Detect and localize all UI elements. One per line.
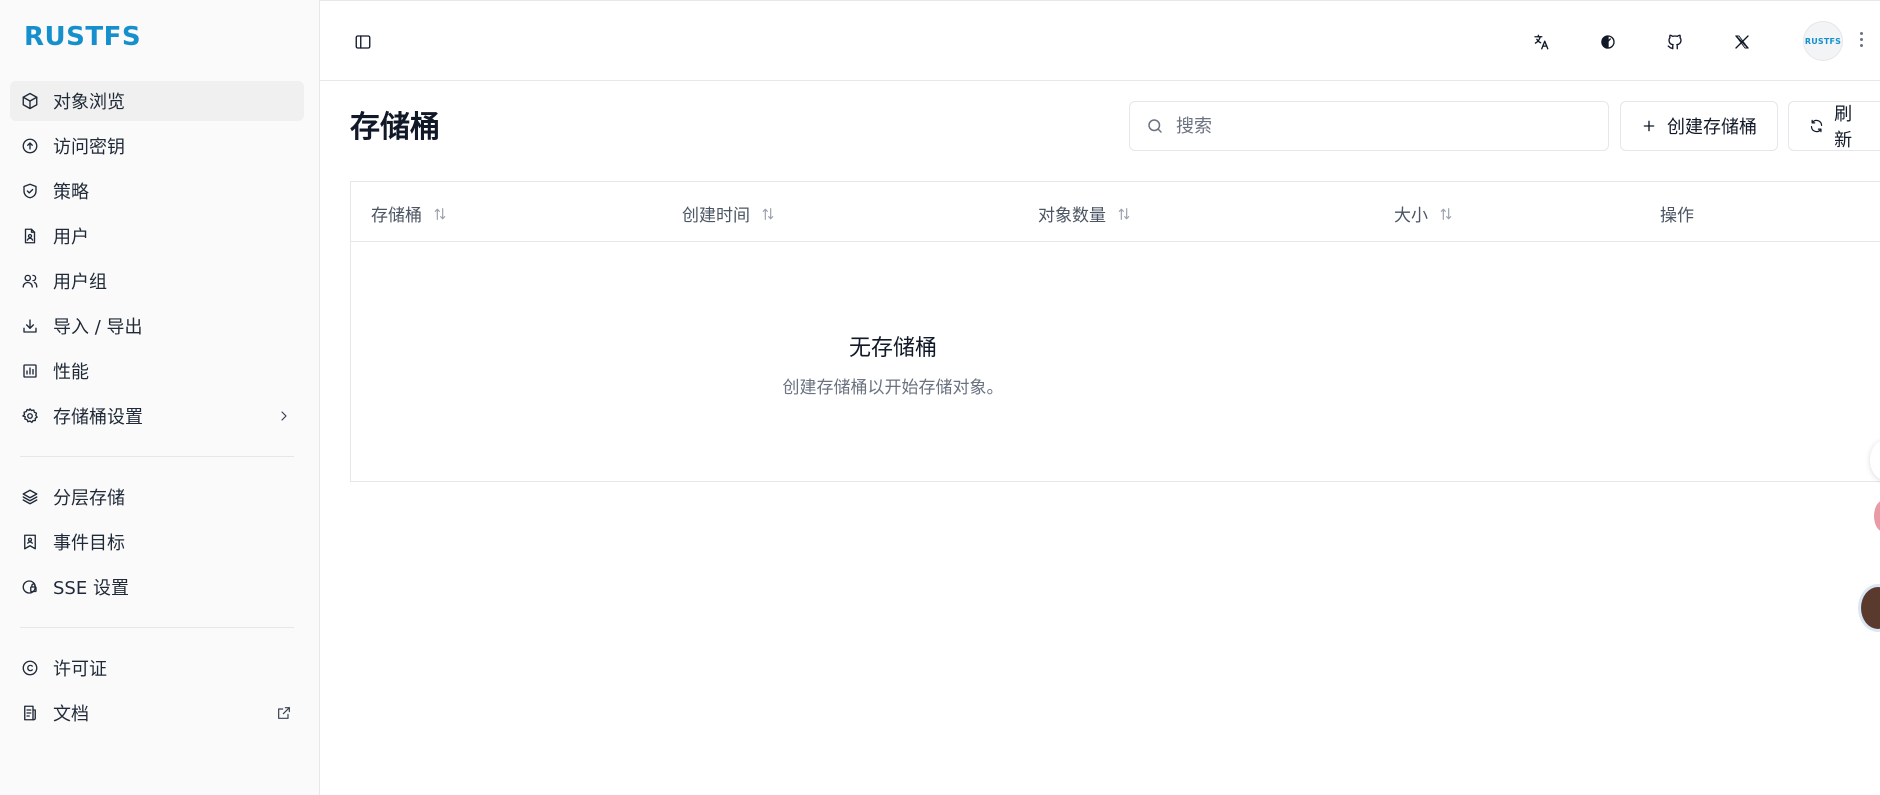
copyright-icon (20, 658, 40, 678)
sidebar-item-label: 用户 (53, 227, 89, 248)
sidebar-item-users[interactable]: 用户 (10, 216, 304, 256)
sort-icon (762, 207, 774, 220)
sidebar-divider (20, 456, 294, 457)
sidebar-item-import-export[interactable]: 导入 / 导出 (10, 306, 304, 346)
translate-icon (1534, 34, 1549, 50)
sidebar-item-policies[interactable]: 策略 (10, 171, 304, 211)
x-social-button[interactable] (1725, 25, 1759, 59)
sidebar-item-label: 文档 (53, 704, 89, 725)
column-header-bucket[interactable]: 存储桶 (371, 201, 448, 226)
refresh-label: 刷新 (1834, 104, 1853, 151)
create-bucket-button[interactable]: 创建存储桶 (1620, 101, 1778, 151)
column-header-actions: 操作 (1660, 201, 1694, 226)
github-icon (1667, 34, 1682, 50)
sort-icon (1440, 207, 1452, 220)
sidebar-item-event-targets[interactable]: 事件目标 (10, 522, 304, 562)
key-circle-icon (20, 136, 40, 156)
sidebar-item-bucket-settings[interactable]: 存储桶设置 (10, 396, 304, 436)
sidebar-item-docs[interactable]: 文档 (10, 693, 304, 733)
sidebar-nav-secondary: 分层存储 事件目标 SSE 设置 (10, 477, 304, 612)
users-icon (20, 271, 40, 291)
sidebar-item-tiering[interactable]: 分层存储 (10, 477, 304, 517)
refresh-button[interactable]: 刷新 (1788, 101, 1880, 151)
sidebar-item-label: 存储桶设置 (53, 407, 143, 428)
column-header-label: 存储桶 (371, 206, 422, 226)
document-list-icon (20, 703, 40, 723)
column-header-label: 创建时间 (682, 206, 750, 226)
search-icon (1148, 119, 1162, 133)
more-menu-icon[interactable] (1855, 30, 1867, 52)
sidebar-toggle-button[interactable] (346, 25, 380, 59)
empty-state-subtitle: 创建存储桶以开始存储对象。 (782, 378, 1004, 398)
table-header: 存储桶 创建时间 对象数量 大小 操作 (351, 182, 1880, 242)
sidebar-item-label: 事件目标 (53, 533, 125, 554)
github-button[interactable] (1658, 25, 1692, 59)
sidebar: RUSTFS 对象浏览 访问密钥 策略 用户 用户组 导入 / 导出 性能 存储… (0, 0, 320, 795)
sidebar-toggle-icon (355, 35, 371, 49)
language-button[interactable] (1524, 25, 1558, 59)
column-header-size[interactable]: 大小 (1394, 201, 1454, 226)
bar-chart-icon (20, 361, 40, 381)
chevron-right-icon (274, 406, 294, 426)
box-icon (20, 91, 40, 111)
sidebar-item-access-keys[interactable]: 访问密钥 (10, 126, 304, 166)
sidebar-nav-primary: 对象浏览 访问密钥 策略 用户 用户组 导入 / 导出 性能 存储桶设置 (10, 81, 304, 441)
download-tray-icon (20, 316, 40, 336)
theme-toggle-button[interactable] (1591, 25, 1625, 59)
gear-icon (20, 406, 40, 426)
page-title: 存储桶 (350, 110, 440, 145)
sidebar-item-performance[interactable]: 性能 (10, 351, 304, 391)
column-header-object-count[interactable]: 对象数量 (1038, 201, 1132, 226)
avatar[interactable]: RUSTFS (1803, 21, 1843, 61)
sidebar-item-user-groups[interactable]: 用户组 (10, 261, 304, 301)
sidebar-item-label: 性能 (53, 362, 89, 383)
user-file-icon (20, 226, 40, 246)
search-field[interactable] (1129, 101, 1609, 151)
column-header-label: 大小 (1394, 206, 1428, 226)
sidebar-item-label: 导入 / 导出 (53, 317, 143, 338)
floating-widget[interactable] (1874, 500, 1880, 532)
topbar (320, 0, 1880, 81)
theme-icon (1601, 35, 1615, 49)
external-link-icon (274, 703, 294, 723)
x-logo-icon (1735, 35, 1749, 49)
sidebar-item-license[interactable]: 许可证 (10, 648, 304, 688)
column-header-label: 对象数量 (1038, 206, 1106, 226)
layers-icon (20, 487, 40, 507)
sidebar-divider (20, 627, 294, 628)
floating-avatar[interactable] (1858, 584, 1880, 632)
sidebar-item-object-browser[interactable]: 对象浏览 (10, 81, 304, 121)
plus-icon (1643, 120, 1655, 132)
sidebar-item-label: SSE 设置 (53, 578, 129, 599)
sidebar-item-label: 分层存储 (53, 488, 125, 509)
shield-check-icon (20, 181, 40, 201)
column-header-label: 操作 (1660, 206, 1694, 226)
refresh-icon (1810, 119, 1823, 133)
brand-logo[interactable]: RUSTFS (24, 22, 141, 52)
sort-icon (1118, 207, 1130, 220)
search-input[interactable] (1174, 114, 1574, 138)
sidebar-nav-footer: 许可证 文档 (10, 648, 304, 738)
column-header-created[interactable]: 创建时间 (682, 201, 776, 226)
sidebar-item-label: 访问密钥 (53, 137, 125, 158)
sidebar-item-sse-settings[interactable]: SSE 设置 (10, 567, 304, 607)
create-bucket-label: 创建存储桶 (1667, 117, 1757, 138)
sort-icon (434, 207, 446, 220)
sidebar-item-label: 许可证 (53, 659, 107, 680)
bookmark-user-icon (20, 532, 40, 552)
bucket-table: 存储桶 创建时间 对象数量 大小 操作 无存储桶 创建存储桶以开始存储对象。 (350, 181, 1880, 482)
sidebar-item-label: 策略 (53, 182, 89, 203)
sidebar-item-label: 用户组 (53, 272, 107, 293)
lock-shield-icon (20, 577, 40, 597)
empty-state-title: 无存储桶 (848, 336, 937, 361)
sidebar-item-label: 对象浏览 (53, 92, 125, 113)
